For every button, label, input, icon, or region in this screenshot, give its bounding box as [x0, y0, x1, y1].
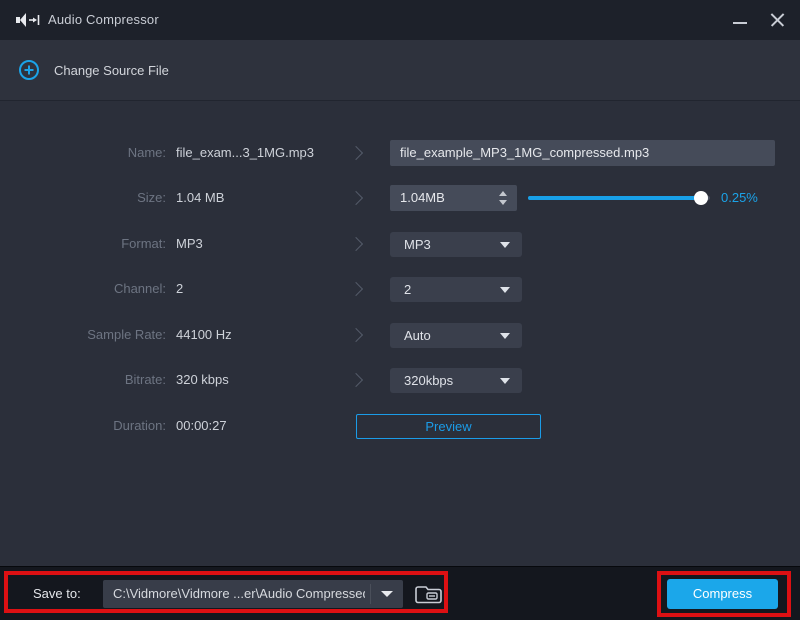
- chevron-right-icon: [349, 146, 363, 160]
- compression-ratio-value: 0.25%: [721, 185, 758, 211]
- form-area: Name: file_exam...3_1MG.mp3 file_example…: [0, 102, 800, 566]
- sample-rate-label: Sample Rate:: [0, 322, 166, 348]
- size-slider[interactable]: [528, 196, 710, 200]
- chevron-right-icon: [349, 328, 363, 342]
- audio-compressor-window: Audio Compressor Change Source File Name…: [0, 0, 800, 620]
- header-strip: Change Source File: [0, 40, 800, 101]
- sample-rate-source-value: 44100 Hz: [176, 322, 232, 348]
- preview-button[interactable]: Preview: [356, 414, 541, 439]
- minimize-icon: [733, 22, 747, 24]
- size-spinner[interactable]: 1.04MB: [390, 185, 517, 211]
- chevron-down-icon: [500, 333, 510, 339]
- name-label: Name:: [0, 140, 166, 166]
- channel-row: Channel: 2 2: [0, 276, 800, 302]
- duration-source-value: 00:00:27: [176, 413, 227, 439]
- format-dropdown[interactable]: MP3: [390, 232, 522, 257]
- size-spinner-buttons[interactable]: [496, 185, 510, 211]
- size-label: Size:: [0, 185, 166, 211]
- bitrate-dropdown[interactable]: 320kbps: [390, 368, 522, 393]
- window-title: Audio Compressor: [48, 0, 159, 40]
- duration-row: Duration: 00:00:27 Preview: [0, 413, 800, 439]
- chevron-right-icon: [349, 282, 363, 296]
- output-name-input[interactable]: file_example_MP3_1MG_compressed.mp3: [390, 140, 775, 166]
- footer-bar: Save to: C:\Vidmore\Vidmore ...er\Audio …: [0, 566, 800, 620]
- format-source-value: MP3: [176, 231, 203, 257]
- spinner-up-icon[interactable]: [499, 191, 507, 196]
- bitrate-label: Bitrate:: [0, 367, 166, 393]
- chevron-right-icon: [349, 237, 363, 251]
- chevron-down-icon[interactable]: [381, 591, 393, 597]
- divider: [370, 584, 371, 604]
- bitrate-row: Bitrate: 320 kbps 320kbps: [0, 367, 800, 393]
- chevron-down-icon: [500, 287, 510, 293]
- format-row: Format: MP3 MP3: [0, 231, 800, 257]
- size-source-value: 1.04 MB: [176, 185, 224, 211]
- bitrate-dropdown-value: 320kbps: [404, 368, 453, 393]
- minimize-button[interactable]: [725, 5, 755, 35]
- browse-folder-button[interactable]: [414, 581, 444, 606]
- add-circle-icon: [18, 59, 40, 81]
- format-label: Format:: [0, 231, 166, 257]
- sample-rate-dropdown[interactable]: Auto: [390, 323, 522, 348]
- spinner-down-icon[interactable]: [499, 200, 507, 205]
- save-path-value: C:\Vidmore\Vidmore ...er\Audio Compresse…: [113, 580, 365, 608]
- size-slider-fill: [528, 196, 700, 200]
- sample-rate-dropdown-value: Auto: [404, 323, 431, 348]
- chevron-down-icon: [500, 378, 510, 384]
- channel-source-value: 2: [176, 276, 183, 302]
- name-row: Name: file_exam...3_1MG.mp3 file_example…: [0, 140, 800, 166]
- chevron-right-icon: [349, 191, 363, 205]
- size-row: Size: 1.04 MB 1.04MB 0.25%: [0, 185, 800, 211]
- change-source-file-label: Change Source File: [54, 63, 169, 78]
- chevron-down-icon: [500, 242, 510, 248]
- chevron-right-icon: [349, 373, 363, 387]
- compress-button[interactable]: Compress: [667, 579, 778, 609]
- size-slider-thumb[interactable]: [694, 191, 708, 205]
- save-path-input[interactable]: C:\Vidmore\Vidmore ...er\Audio Compresse…: [103, 580, 403, 608]
- audio-compressor-icon: [16, 11, 40, 29]
- channel-label: Channel:: [0, 276, 166, 302]
- name-source-value: file_exam...3_1MG.mp3: [176, 140, 314, 166]
- change-source-file-button[interactable]: Change Source File: [18, 54, 169, 86]
- titlebar: Audio Compressor: [0, 0, 800, 40]
- sample-rate-row: Sample Rate: 44100 Hz Auto: [0, 322, 800, 348]
- duration-label: Duration:: [0, 413, 166, 439]
- size-spinner-value: 1.04MB: [400, 185, 445, 211]
- bitrate-source-value: 320 kbps: [176, 367, 229, 393]
- save-to-label: Save to:: [33, 580, 81, 608]
- channel-dropdown-value: 2: [404, 277, 411, 302]
- channel-dropdown[interactable]: 2: [390, 277, 522, 302]
- format-dropdown-value: MP3: [404, 232, 431, 257]
- close-button[interactable]: [762, 5, 792, 35]
